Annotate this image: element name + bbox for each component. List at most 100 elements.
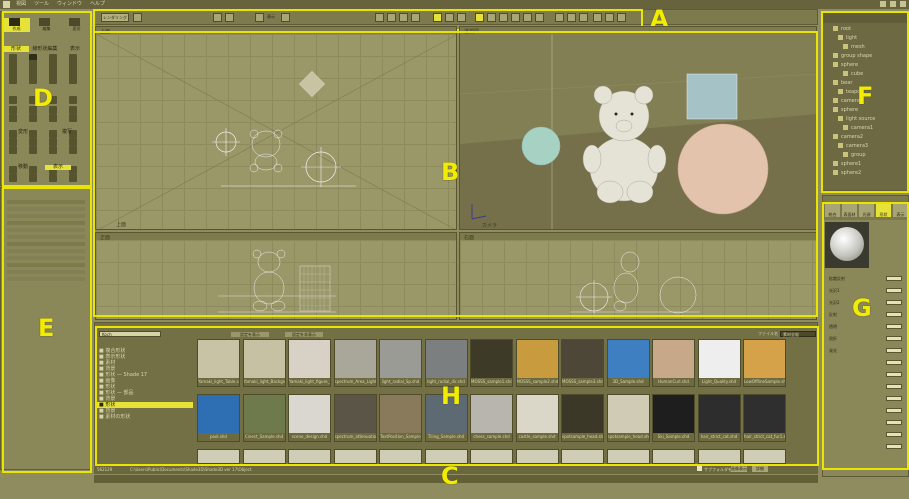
- thumbnail[interactable]: MOSSS_sample2.shd: [515, 339, 559, 387]
- thumbnail[interactable]: spectrum_Area_Light.shd: [333, 339, 377, 387]
- shading-mode-icon[interactable]: [281, 13, 290, 22]
- tab-copy[interactable]: 複写: [47, 130, 87, 135]
- tree-row[interactable]: sphere1: [833, 161, 861, 168]
- thumbnail[interactable]: [288, 449, 331, 464]
- fit-icon[interactable]: [511, 13, 520, 22]
- layout-grid-icon[interactable]: [411, 13, 420, 22]
- property-value-field[interactable]: [886, 312, 902, 317]
- tool-button-icon[interactable]: [69, 96, 77, 104]
- search-field[interactable]: 素材全般: [780, 331, 816, 337]
- property-tab[interactable]: 表面材質: [842, 202, 857, 243]
- property-value-field[interactable]: [886, 432, 902, 437]
- tool-button-icon[interactable]: [69, 106, 77, 114]
- thumbnail[interactable]: [606, 449, 650, 464]
- tool-button-icon[interactable]: [69, 138, 77, 146]
- thumbnail[interactable]: chess_sample.shd: [470, 394, 513, 442]
- viewport-front[interactable]: 正面: [95, 232, 457, 320]
- property-tab[interactable]: 光源: [859, 202, 874, 217]
- thumbnail[interactable]: [652, 449, 695, 464]
- property-tab[interactable]: 表示: [893, 202, 908, 217]
- path-dropdown[interactable]: Koch: [99, 331, 161, 337]
- tool-button-icon[interactable]: [29, 114, 37, 122]
- thumbnail[interactable]: Yamaki_light_Table.shd: [197, 339, 240, 387]
- thumbnail[interactable]: hair_strict_cat_fur1.shd: [743, 394, 786, 442]
- tree-row[interactable]: sphere: [833, 62, 858, 69]
- image-icon[interactable]: [445, 13, 454, 22]
- tree-row[interactable]: sphere2: [833, 170, 861, 177]
- thumbnail[interactable]: [515, 449, 559, 464]
- property-value-field[interactable]: [886, 324, 902, 329]
- property-value-field[interactable]: [886, 444, 902, 449]
- grid-icon[interactable]: [375, 13, 384, 22]
- view-icon[interactable]: [399, 13, 408, 22]
- tool-button-icon[interactable]: [69, 174, 77, 182]
- property-value-field[interactable]: [886, 384, 902, 389]
- tool-button-icon[interactable]: [49, 114, 57, 122]
- light-icon[interactable]: [255, 13, 264, 22]
- check-icon[interactable]: [605, 13, 614, 22]
- zoom-icon[interactable]: [475, 13, 484, 22]
- sphere-icon[interactable]: [617, 13, 626, 22]
- circle-icon[interactable]: [225, 13, 234, 22]
- viewport-perspective[interactable]: 透視図 カメラ: [459, 26, 817, 230]
- thumbnail[interactable]: scene_design.shd: [288, 394, 331, 442]
- rotate-icon[interactable]: [499, 13, 508, 22]
- tree-row[interactable]: camera: [833, 98, 860, 105]
- thumbnail[interactable]: [379, 449, 422, 464]
- thumbnail[interactable]: Light_Quality.shd: [697, 339, 741, 387]
- layers-icon[interactable]: [567, 13, 576, 22]
- snap-icon[interactable]: [387, 13, 396, 22]
- thumbnail[interactable]: light_radial_Sp.shd: [379, 339, 422, 387]
- tree-row[interactable]: cube: [843, 71, 863, 78]
- viewport-right[interactable]: 右面: [459, 232, 817, 320]
- tool-button-icon[interactable]: [49, 70, 57, 78]
- thumbnail[interactable]: pool.shd: [197, 394, 240, 442]
- render-button[interactable]: レンダリング: [101, 13, 129, 22]
- property-value-field[interactable]: [886, 420, 902, 425]
- hide-settings-button[interactable]: 設定を非表示: [285, 332, 323, 337]
- window-icon[interactable]: [535, 13, 544, 22]
- details-button[interactable]: 詳細: [752, 466, 768, 472]
- tool-button-icon[interactable]: [9, 174, 17, 182]
- picture-icon[interactable]: [457, 13, 466, 22]
- tool-button-icon[interactable]: [9, 106, 17, 114]
- thumbnail[interactable]: LowOfflineSample.shd: [743, 339, 786, 387]
- thumbnail[interactable]: Yamaki_light_figure_fina: [288, 339, 331, 387]
- tool-button-icon[interactable]: [9, 146, 17, 154]
- thumbnail[interactable]: spotsample_head.shd: [606, 394, 650, 442]
- tool-button-icon[interactable]: [49, 146, 57, 154]
- thumbnail[interactable]: Ski_Sample.shd: [652, 394, 695, 442]
- viewport-top[interactable]: 上面 上面: [95, 26, 457, 230]
- thumbnail[interactable]: spectrum_attenuation.shd: [333, 394, 377, 442]
- thumbnail[interactable]: [242, 449, 286, 464]
- subfolder-checkbox[interactable]: [697, 466, 702, 471]
- browser-nav-item[interactable]: ■ 素材の形状: [96, 414, 193, 420]
- tree-row[interactable]: camera3: [838, 143, 868, 150]
- thumbnail[interactable]: Yamaki_light_Background: [242, 339, 286, 387]
- tab-display-sel[interactable]: 表示: [45, 165, 71, 170]
- tool-button-icon[interactable]: [69, 70, 77, 78]
- menu-item[interactable]: ヘルプ: [90, 0, 105, 9]
- tool-button-icon[interactable]: [9, 70, 17, 78]
- thumbnail[interactable]: Cinect_Sample.shd: [242, 394, 286, 442]
- thumbnail[interactable]: [470, 449, 513, 464]
- image-window-icon[interactable]: [579, 13, 588, 22]
- tool-button-icon[interactable]: [9, 96, 17, 104]
- tree-row[interactable]: sphere: [833, 107, 858, 114]
- tool-button-icon[interactable]: [29, 174, 37, 182]
- thumbnail[interactable]: spotsample_head.shd: [561, 394, 604, 442]
- tool-button-icon[interactable]: [69, 114, 77, 122]
- thumbnail[interactable]: light_radial_dir.shd: [424, 339, 468, 387]
- property-value-field[interactable]: [886, 396, 902, 401]
- tool-button-icon[interactable]: [9, 138, 17, 146]
- tool-button-icon[interactable]: [69, 146, 77, 154]
- pan-icon[interactable]: [487, 13, 496, 22]
- tab-display[interactable]: 表示: [61, 46, 89, 52]
- tree-row[interactable]: camera1: [843, 125, 873, 132]
- thumbnail[interactable]: [743, 449, 786, 464]
- thumbnail[interactable]: [333, 449, 377, 464]
- tool-button-icon[interactable]: [49, 174, 57, 182]
- tool-button-icon[interactable]: [29, 70, 37, 78]
- property-value-field[interactable]: [886, 348, 902, 353]
- thumbnail[interactable]: TextPosition_Sample.shd: [379, 394, 422, 442]
